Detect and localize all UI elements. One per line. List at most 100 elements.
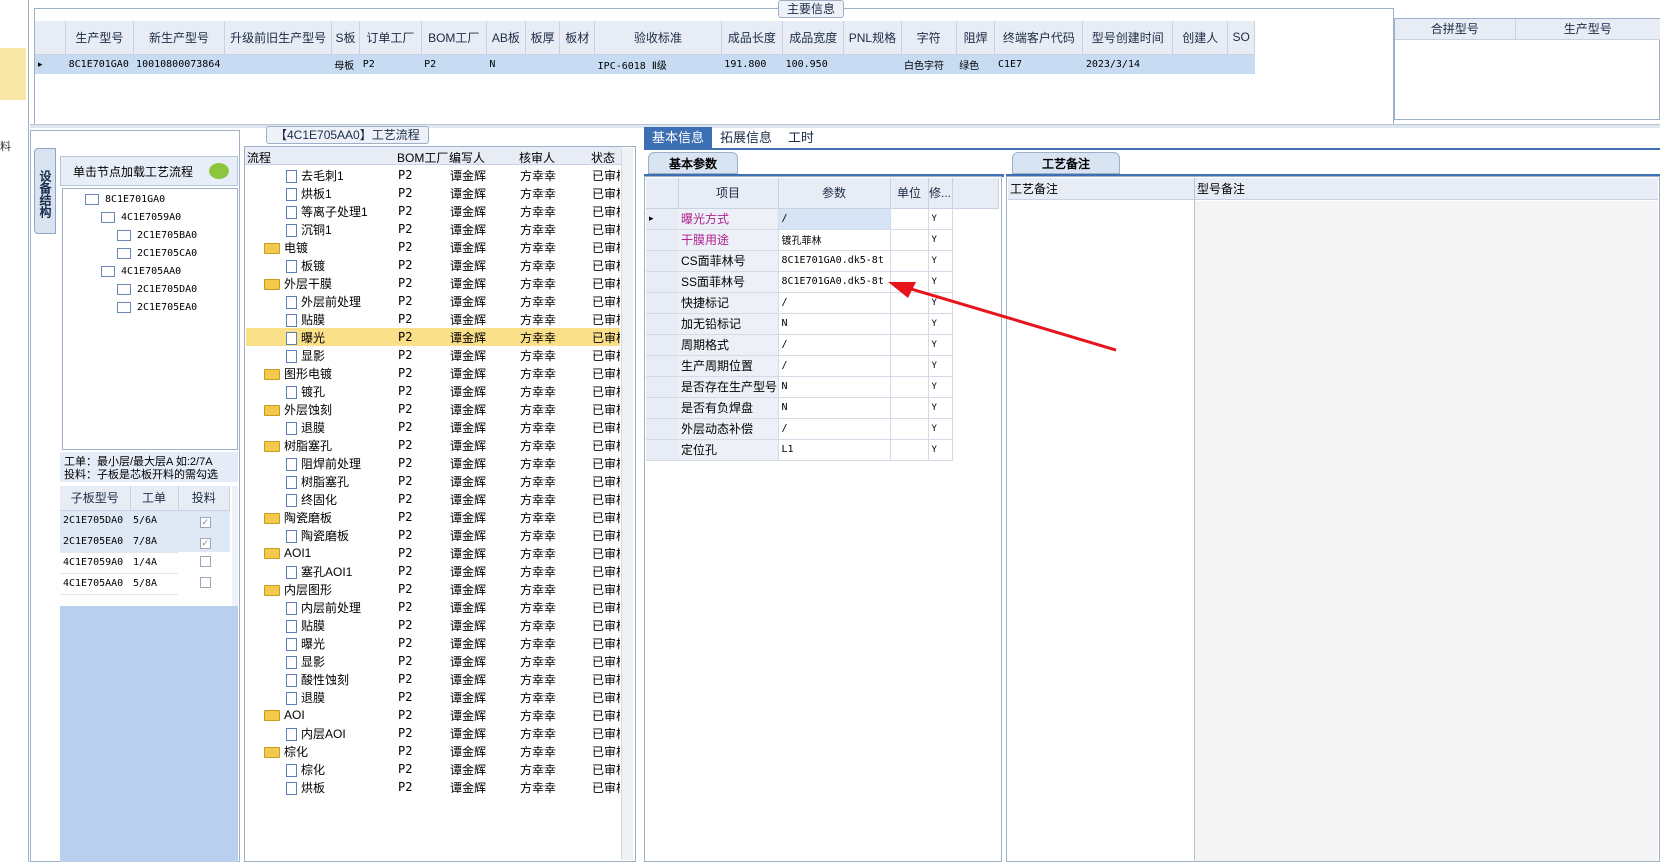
process-row[interactable]: 电镀 P2 谭金辉 方幸幸 已审核	[246, 238, 620, 256]
param-col-item[interactable]: 项目	[678, 178, 779, 209]
main-cell-15[interactable]: C1E7	[994, 54, 1083, 74]
param-value[interactable]: 8C1E701GA0.dk5-8t	[778, 250, 891, 272]
param-value[interactable]: 镀孔菲林	[778, 229, 891, 251]
main-cell-1[interactable]: 10010800073864	[133, 54, 225, 74]
param-row[interactable]: 是否存在生产型号 N Y	[646, 376, 998, 398]
main-cell-0[interactable]: 8C1E701GA0	[65, 54, 134, 74]
param-value[interactable]: L1	[778, 439, 891, 461]
process-row[interactable]: 棕化 P2 谭金辉 方幸幸 已审核	[246, 760, 620, 778]
structure-vtab[interactable]: 设备结构	[34, 148, 56, 234]
main-cell-11[interactable]: 100.950	[782, 54, 844, 74]
tree-node[interactable]: 2C1E705EA0	[117, 299, 197, 315]
process-row[interactable]: 贴膜 P2 谭金辉 方幸幸 已审核	[246, 616, 620, 634]
tree-node[interactable]: 2C1E705DA0	[117, 281, 197, 297]
main-col-15[interactable]: 终端客户代码	[994, 21, 1084, 55]
right-tab-1[interactable]: 拓展信息	[712, 127, 780, 149]
tree-node[interactable]: 4C1E7059A0	[101, 209, 181, 225]
main-cell-18[interactable]	[1227, 54, 1255, 74]
param-row[interactable]: 是否有负焊盘 N Y	[646, 397, 998, 419]
feed-checkbox[interactable]: ✓	[199, 537, 211, 549]
process-row[interactable]: 等离子处理1 P2 谭金辉 方幸幸 已审核	[246, 202, 620, 220]
process-row[interactable]: 曝光 P2 谭金辉 方幸幸 已审核	[246, 634, 620, 652]
process-row[interactable]: 陶瓷磨板 P2 谭金辉 方幸幸 已审核	[246, 508, 620, 526]
feed-checkbox[interactable]	[199, 576, 211, 588]
main-col-10[interactable]: 成品长度	[721, 21, 784, 55]
tree-node[interactable]: 2C1E705CA0	[117, 245, 197, 261]
right-tab-2[interactable]: 工时	[780, 127, 822, 149]
process-col-status[interactable]: 状态	[591, 149, 615, 166]
sub-board-row[interactable]: 2C1E705EA0 7/8A ✓	[60, 531, 230, 553]
param-row[interactable]: 定位孔 L1 Y	[646, 439, 998, 461]
param-value[interactable]: /	[778, 208, 891, 230]
sub-board-col-order[interactable]: 工单	[130, 486, 179, 511]
main-cell-5[interactable]: P2	[421, 54, 487, 74]
right-tab-0[interactable]: 基本信息	[644, 127, 713, 149]
process-row[interactable]: 贴膜 P2 谭金辉 方幸幸 已审核	[246, 310, 620, 328]
param-row[interactable]: 干膜用途 镀孔菲林 Y	[646, 229, 998, 251]
process-row[interactable]: 树脂塞孔 P2 谭金辉 方幸幸 已审核	[246, 436, 620, 454]
process-row[interactable]: 显影 P2 谭金辉 方幸幸 已审核	[246, 652, 620, 670]
param-value[interactable]: /	[778, 292, 891, 314]
process-row[interactable]: 曝光 P2 谭金辉 方幸幸 已审核	[246, 328, 620, 346]
process-row[interactable]: 内层前处理 P2 谭金辉 方幸幸 已审核	[246, 598, 620, 616]
main-col-2[interactable]: 升级前旧生产型号	[224, 21, 332, 55]
param-value[interactable]: N	[778, 376, 891, 398]
process-row[interactable]: 去毛刺1 P2 谭金辉 方幸幸 已审核	[246, 166, 620, 184]
process-row[interactable]: 陶瓷磨板 P2 谭金辉 方幸幸 已审核	[246, 526, 620, 544]
feed-checkbox[interactable]: ✓	[199, 516, 211, 528]
process-row[interactable]: 退膜 P2 谭金辉 方幸幸 已审核	[246, 418, 620, 436]
sub-board-row[interactable]: 4C1E7059A0 1/4A	[60, 552, 230, 574]
sub-board-row[interactable]: 4C1E705AA0 5/8A	[60, 573, 230, 595]
main-col-6[interactable]: AB板	[486, 21, 526, 55]
sub-board-row[interactable]: 2C1E705DA0 5/6A ✓	[60, 510, 230, 532]
main-col-8[interactable]: 板材	[559, 21, 596, 55]
process-row[interactable]: 烘板1 P2 谭金辉 方幸幸 已审核	[246, 184, 620, 202]
main-col-11[interactable]: 成品宽度	[782, 21, 845, 55]
chat-bubble-icon[interactable]	[209, 163, 229, 179]
process-row[interactable]: 板镀 P2 谭金辉 方幸幸 已审核	[246, 256, 620, 274]
main-cell-17[interactable]	[1172, 54, 1228, 74]
feed-checkbox[interactable]	[199, 555, 211, 567]
process-row[interactable]: 烘板 P2 谭金辉 方幸幸 已审核	[246, 778, 620, 796]
main-col-13[interactable]: 字符	[901, 21, 957, 55]
main-col-16[interactable]: 型号创建时间	[1082, 21, 1174, 55]
main-cell-6[interactable]: N	[486, 54, 526, 74]
process-row[interactable]: AOI P2 谭金辉 方幸幸 已审核	[246, 706, 620, 724]
tree-node[interactable]: 4C1E705AA0	[101, 263, 181, 279]
process-row[interactable]: 外层蚀刻 P2 谭金辉 方幸幸 已审核	[246, 400, 620, 418]
main-col-7[interactable]: 板厚	[525, 21, 561, 55]
main-cell-9[interactable]: IPC-6018 Ⅱ级	[594, 54, 722, 74]
process-row[interactable]: AOI1 P2 谭金辉 方幸幸 已审核	[246, 544, 620, 562]
main-cell-12[interactable]	[843, 54, 902, 74]
param-value[interactable]: /	[778, 334, 891, 356]
process-row[interactable]: 内层图形 P2 谭金辉 方幸幸 已审核	[246, 580, 620, 598]
param-value[interactable]: /	[778, 418, 891, 440]
process-row[interactable]: 显影 P2 谭金辉 方幸幸 已审核	[246, 346, 620, 364]
process-col-reviewer[interactable]: 核审人	[519, 149, 555, 166]
process-row[interactable]: 棕化 P2 谭金辉 方幸幸 已审核	[246, 742, 620, 760]
process-row[interactable]: 酸性蚀刻 P2 谭金辉 方幸幸 已审核	[246, 670, 620, 688]
merge-model-header[interactable]: 合拼型号	[1395, 19, 1516, 40]
process-row[interactable]: 阻焊前处理 P2 谭金辉 方幸幸 已审核	[246, 454, 620, 472]
main-col-14[interactable]: 阻焊	[956, 21, 996, 55]
process-col-flow[interactable]: 流程	[247, 149, 271, 166]
process-row[interactable]: 镀孔 P2 谭金辉 方幸幸 已审核	[246, 382, 620, 400]
main-col-1[interactable]: 新生产型号	[133, 21, 226, 55]
process-col-bom[interactable]: BOM工厂	[397, 149, 448, 166]
main-col-18[interactable]: SO	[1227, 21, 1255, 55]
sub-board-col-model[interactable]: 子板型号	[60, 486, 131, 511]
param-value[interactable]: N	[778, 397, 891, 419]
main-cell-13[interactable]: 白色字符	[901, 54, 957, 74]
main-cell-10[interactable]: 191.800	[721, 54, 783, 74]
param-value[interactable]: 8C1E701GA0.dk5-8t	[778, 271, 891, 293]
main-cell-8[interactable]	[559, 54, 595, 74]
process-row[interactable]: 终固化 P2 谭金辉 方幸幸 已审核	[246, 490, 620, 508]
main-cell-14[interactable]: 绿色	[956, 54, 995, 74]
main-col-4[interactable]: 订单工厂	[359, 21, 422, 55]
main-col-3[interactable]: S板	[331, 21, 361, 55]
param-col-mod[interactable]: 修...	[928, 178, 953, 209]
main-cell-16[interactable]: 2023/3/14	[1082, 54, 1173, 74]
process-row[interactable]: 沉铜1 P2 谭金辉 方幸幸 已审核	[246, 220, 620, 238]
main-cell-7[interactable]	[525, 54, 560, 74]
main-cell-4[interactable]: P2	[359, 54, 422, 74]
